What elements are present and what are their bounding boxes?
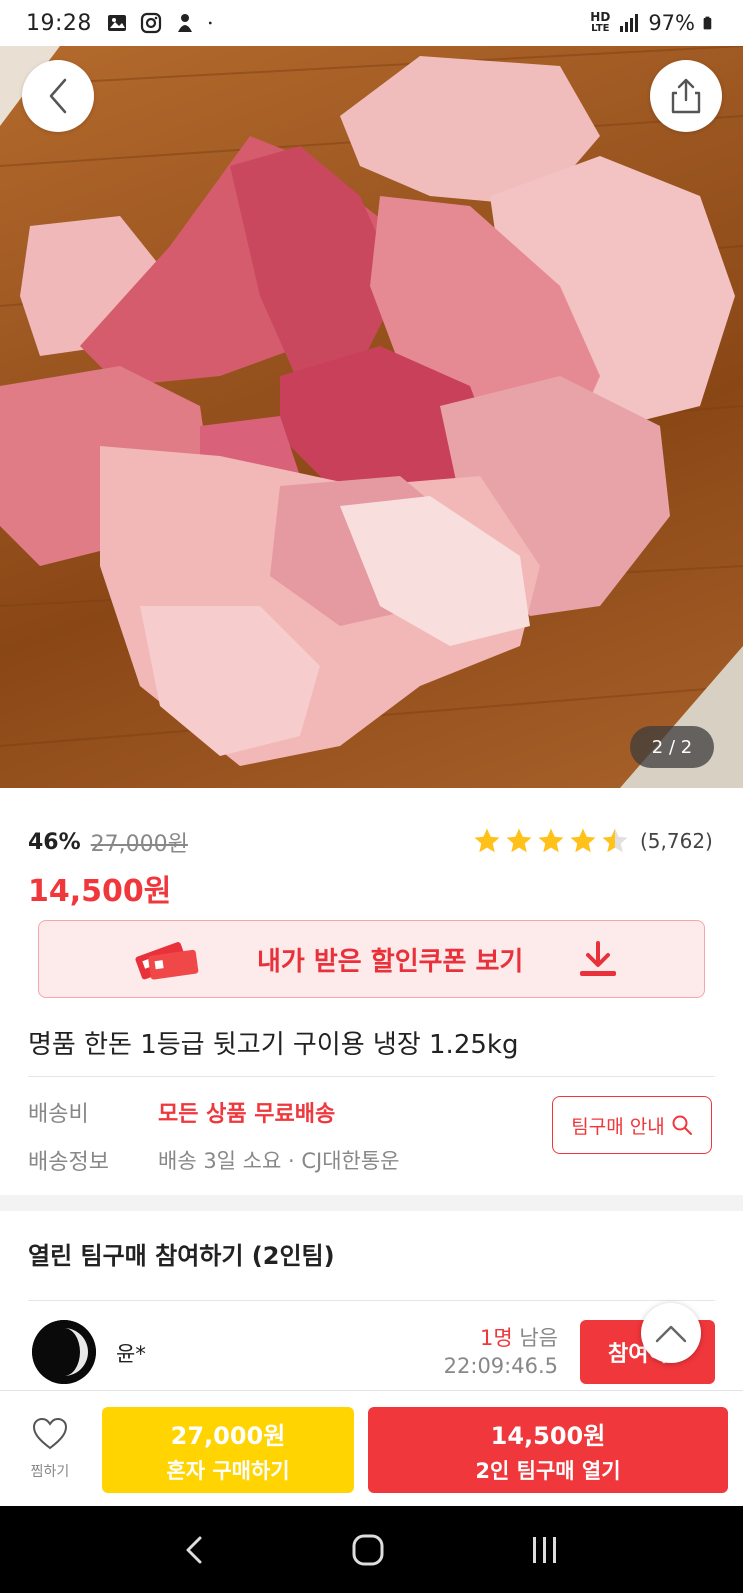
shipping-fee-value: 모든 상품 무료배송 bbox=[158, 1102, 336, 1127]
shipping-info-label: 배송정보 bbox=[28, 1150, 109, 1175]
team-member-name: 윤* bbox=[116, 1342, 146, 1366]
remaining-count: 1명 남음 bbox=[470, 1322, 558, 1352]
star-icon bbox=[474, 828, 500, 853]
chevron-up-icon bbox=[655, 1325, 687, 1343]
instagram-icon bbox=[140, 12, 162, 34]
network-label: HD bbox=[590, 10, 611, 24]
nav-back-icon[interactable] bbox=[180, 1532, 210, 1568]
coupon-label: 내가 받은 할인쿠폰 보기 bbox=[257, 946, 524, 977]
sale-price: 14,500원 bbox=[28, 874, 172, 909]
team-guide-label: 팀구매 안내 bbox=[571, 1115, 665, 1138]
share-button[interactable] bbox=[650, 60, 722, 132]
system-navigation-bar bbox=[0, 1506, 743, 1593]
remaining-suffix: 남음 bbox=[512, 1326, 558, 1350]
price-section: 46% 27,000원 14,500원 (5,762) bbox=[28, 826, 715, 910]
remaining-number: 1명 bbox=[479, 1326, 513, 1350]
volte-icon: HD LTE bbox=[590, 10, 611, 34]
original-price: 27,000원 bbox=[90, 832, 188, 857]
team-purchase-section-title: 열린 팀구매 참여하기 (2인팀) bbox=[28, 1242, 335, 1270]
star-icon bbox=[538, 828, 564, 853]
product-image-carousel[interactable]: 2 / 2 bbox=[0, 46, 743, 788]
solo-purchase-button[interactable]: 27,000원 혼자 구매하기 bbox=[102, 1407, 354, 1493]
wishlist-button[interactable]: 찜하기 bbox=[24, 1417, 76, 1481]
review-count[interactable]: (5,762) bbox=[640, 829, 713, 853]
app-notification-icon bbox=[177, 14, 192, 32]
battery-percent: 97% bbox=[648, 11, 695, 35]
open-team-purchase-button[interactable]: 14,500원 2인 팀구매 열기 bbox=[368, 1407, 728, 1493]
nav-recents-icon[interactable] bbox=[527, 1532, 563, 1568]
share-icon bbox=[671, 78, 701, 114]
heart-icon bbox=[32, 1417, 68, 1450]
section-separator bbox=[0, 1195, 743, 1211]
battery-icon bbox=[703, 16, 712, 30]
half-star-icon bbox=[602, 828, 628, 853]
scroll-to-top-button[interactable] bbox=[641, 1303, 701, 1363]
divider bbox=[28, 1076, 715, 1077]
download-icon bbox=[580, 941, 616, 976]
solo-label: 혼자 구매하기 bbox=[166, 1458, 290, 1483]
status-bar: 19:28 HD LTE 97% bbox=[0, 0, 743, 46]
gallery-icon bbox=[107, 15, 126, 31]
shipping-info-value: 배송 3일 소요 · CJ대한통운 bbox=[158, 1149, 400, 1173]
chevron-left-icon bbox=[49, 78, 67, 114]
search-icon bbox=[672, 1115, 692, 1135]
countdown-timer: 22:09:46.5 bbox=[443, 1354, 558, 1378]
shipping-info-row: 배송정보 배송 3일 소요 · CJ대한통운 bbox=[28, 1144, 399, 1176]
more-notifications-dot-icon bbox=[208, 21, 212, 25]
avatar bbox=[32, 1320, 96, 1384]
rating-summary[interactable]: (5,762) bbox=[472, 826, 713, 856]
shipping-fee-label: 배송비 bbox=[28, 1102, 89, 1127]
signal-icon bbox=[620, 14, 639, 32]
divider bbox=[28, 1300, 715, 1301]
shipping-fee-row: 배송비 모든 상품 무료배송 bbox=[28, 1096, 335, 1128]
status-notification-icons bbox=[106, 12, 218, 34]
network-sub-label: LTE bbox=[591, 23, 610, 34]
team-label: 2인 팀구매 열기 bbox=[475, 1458, 621, 1483]
coupon-banner-button[interactable]: 내가 받은 할인쿠폰 보기 bbox=[38, 920, 705, 998]
image-page-indicator: 2 / 2 bbox=[630, 726, 714, 768]
team-guide-button[interactable]: 팀구매 안내 bbox=[552, 1096, 712, 1154]
coupon-icon bbox=[131, 929, 201, 989]
bottom-purchase-bar: 찜하기 27,000원 혼자 구매하기 14,500원 2인 팀구매 열기 bbox=[0, 1390, 743, 1506]
star-rating bbox=[472, 826, 630, 856]
nav-home-icon[interactable] bbox=[350, 1532, 386, 1568]
star-icon bbox=[506, 828, 532, 853]
product-image bbox=[0, 46, 743, 788]
solo-price: 27,000원 bbox=[170, 1421, 286, 1450]
wishlist-label: 찜하기 bbox=[30, 1464, 70, 1480]
back-button[interactable] bbox=[22, 60, 94, 132]
discount-percent: 46% bbox=[28, 829, 81, 855]
status-time: 19:28 bbox=[26, 10, 92, 36]
product-title: 명품 한돈 1등급 뒷고기 구이용 냉장 1.25kg bbox=[28, 1030, 519, 1060]
star-icon bbox=[570, 828, 596, 853]
team-price: 14,500원 bbox=[490, 1421, 606, 1450]
status-system-icons: HD LTE 97% bbox=[590, 11, 717, 35]
